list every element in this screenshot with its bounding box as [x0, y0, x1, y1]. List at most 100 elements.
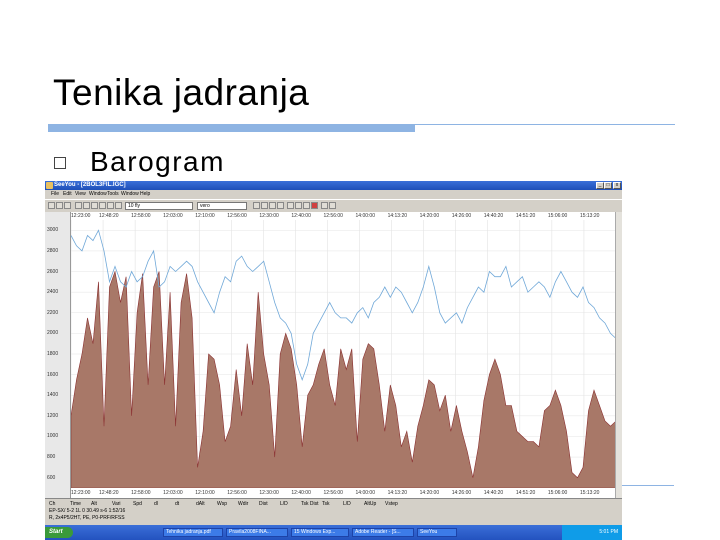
menu-window[interactable]: Window [89, 191, 107, 197]
y-tick-label: 600 [47, 474, 56, 481]
y-tick-label: 2800 [47, 247, 59, 254]
y-tick-label: 1800 [47, 351, 59, 357]
start-button[interactable]: Start [45, 527, 73, 538]
status-column-header: Wsp [217, 501, 227, 507]
status-column-header: Alt [91, 501, 97, 507]
stats-icon[interactable] [277, 202, 284, 209]
y-tick-label: 800 [47, 454, 56, 461]
x-tick-label-bottom: 12:10:00 [195, 490, 215, 496]
status-column-header: Ch [49, 501, 56, 507]
status-column-header: Vstep [385, 501, 398, 507]
stop-icon[interactable] [303, 202, 310, 209]
x-tick-label-bottom: 14:51:20 [515, 490, 536, 496]
pause-icon[interactable] [295, 202, 302, 209]
status-column-header: L/D [343, 501, 351, 507]
print-icon[interactable] [64, 202, 71, 209]
menu-file[interactable]: File [51, 191, 59, 197]
status-column-header: Dist [259, 501, 268, 507]
map-icon[interactable] [261, 202, 268, 209]
taskbar-item[interactable]: 15 Windows Exp... [291, 528, 349, 537]
status-column-header: dt [175, 501, 180, 507]
x-tick-label-top: 15:13:20 [579, 213, 600, 219]
x-tick-label-bottom: 14:20:00 [419, 490, 440, 496]
window-titlebar[interactable]: SeeYou - [2BOL3FIL.IGC] _ □ x [45, 181, 622, 190]
y-tick-label: 3000 [47, 227, 59, 234]
x-tick-label-top: 14:40:20 [483, 213, 504, 219]
y-tick-label: 2400 [47, 289, 59, 296]
menu-help[interactable]: Help [140, 191, 150, 197]
play-icon[interactable] [287, 202, 294, 209]
taskbar-item[interactable]: Tehnika jadranja.pdf [163, 528, 223, 537]
x-tick-label-top: 12:56:00 [323, 213, 343, 219]
zoom-out-icon[interactable] [83, 202, 90, 209]
x-tick-label-top: 12:58:00 [131, 213, 151, 219]
pan-icon[interactable] [99, 202, 106, 209]
status-column-header: Time [70, 501, 81, 507]
status-column-header: L/D [280, 501, 288, 507]
x-tick-label-bottom: 12:56:00 [323, 490, 343, 496]
menu-edit[interactable]: Edit [63, 191, 72, 197]
open-icon[interactable] [48, 202, 55, 209]
vertical-scrollbar[interactable] [615, 212, 622, 498]
x-tick-label-bottom: 15:13:20 [579, 490, 600, 496]
menu-tools[interactable]: Tools [107, 191, 119, 197]
zoom-fit-icon[interactable] [91, 202, 98, 209]
x-tick-label-bottom: 12:58:00 [131, 490, 151, 496]
status-bar: Ch Time Alt Vari Spd dl dt dAlt Wsp Wdir Dist L/D Ts… [45, 498, 622, 523]
taskbar-item[interactable]: Pravila2008FINA... [226, 528, 288, 537]
barogram-icon[interactable] [253, 202, 260, 209]
x-tick-label-top: 14:00:00 [355, 213, 375, 219]
cursor-icon[interactable] [107, 202, 114, 209]
x-tick-label-top: 12:30:00 [259, 213, 279, 219]
measure-icon[interactable] [115, 202, 122, 209]
y-tick-label: 1400 [47, 392, 59, 399]
close-button[interactable]: x [613, 182, 621, 189]
slide-title: Tenika jadranja [53, 72, 310, 113]
x-tick-label-top: 12:48:20 [99, 213, 119, 219]
toolbar: 10 fly vero [45, 199, 622, 213]
title-rule [48, 124, 415, 132]
menu-window-2[interactable]: Window [121, 191, 139, 197]
status-column-header: Spd [133, 501, 142, 507]
status-column-header: Wdir [238, 501, 249, 507]
bullet-text: Barogram [90, 146, 225, 177]
decorative-line [622, 485, 674, 486]
x-tick-label-top: 14:26:00 [451, 213, 472, 219]
x-tick-label-top: 12:40:00 [291, 213, 311, 219]
info-icon[interactable] [329, 202, 336, 209]
x-tick-label-top: 14:51:20 [515, 213, 536, 219]
y-tick-label: 1000 [47, 433, 59, 440]
minimize-button[interactable]: _ [596, 182, 604, 189]
x-tick-label-bottom: 14:26:00 [451, 490, 472, 496]
maximize-button[interactable]: □ [604, 182, 612, 189]
status-info: R, 2x4P5/2HT, PE, P0-PRF/RFSS [49, 515, 125, 521]
status-column-header: Tsk Dist [301, 501, 319, 507]
x-tick-label-top: 14:13:20 [387, 213, 408, 219]
settings-icon[interactable] [321, 202, 328, 209]
x-tick-label-top: 12:10:00 [195, 213, 215, 219]
y-tick-label: 1200 [47, 412, 59, 419]
status-column-header: dAlt [196, 501, 205, 507]
taskbar-item[interactable]: Adobe Reader - [S... [352, 528, 414, 537]
status-column-header: dl [154, 501, 158, 507]
barogram-plot[interactable]: 3000 2800 2600 2400 2200 2000 1800 1600 1400 1200… [45, 212, 622, 498]
record-icon[interactable] [311, 202, 318, 209]
x-tick-label-bottom: 12:30:00 [259, 490, 279, 496]
flight-select[interactable]: 10 fly [125, 202, 193, 210]
table-icon[interactable] [269, 202, 276, 209]
x-tick-label-top: 14:20:00 [419, 213, 440, 219]
status-column-header: Vari [112, 501, 121, 507]
embedded-screenshot: SeeYou - [2BOL3FIL.IGC] _ □ x File Edit … [45, 181, 622, 540]
bullet-square-icon [54, 157, 66, 169]
zoom-in-icon[interactable] [75, 202, 82, 209]
taskbar-item[interactable]: SeeYou [417, 528, 457, 537]
save-icon[interactable] [56, 202, 63, 209]
x-tick-label-top: 12:03:00 [163, 213, 183, 219]
menu-view[interactable]: View [75, 191, 86, 197]
x-tick-label-top: 12:23:00 [71, 213, 91, 219]
pilot-select[interactable]: vero [197, 202, 247, 210]
x-tick-label-top: 12:56:00 [227, 213, 247, 219]
x-tick-label-bottom: 14:13:20 [387, 490, 408, 496]
x-tick-label-bottom: 12:40:00 [291, 490, 311, 496]
barogram-chart [71, 220, 616, 488]
